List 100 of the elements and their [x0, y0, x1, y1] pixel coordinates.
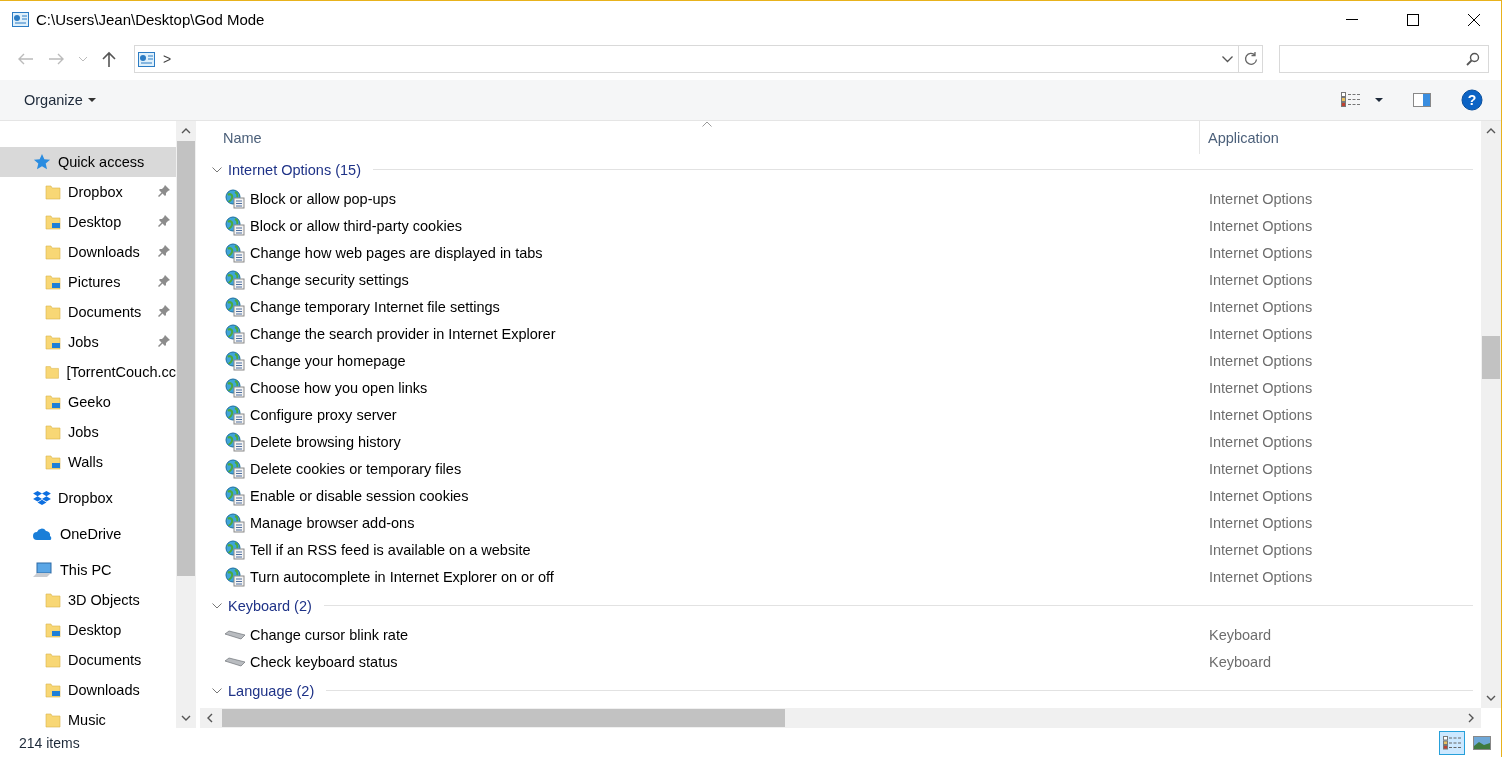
back-arrow-icon [17, 53, 33, 65]
application-cell-text: Internet Options [1208, 379, 1313, 396]
item-name[interactable]: Turn autocomplete in Internet Explorer on or off [250, 568, 554, 585]
refresh-icon [1243, 52, 1258, 66]
folder-icon [45, 334, 61, 350]
scrollbar-thumb[interactable] [177, 141, 195, 576]
sidebar-item[interactable]: Quick access [0, 147, 176, 177]
keyboard-icon [225, 656, 245, 667]
globe-settings-icon [225, 512, 245, 533]
group-header[interactable]: Internet Options (15) [228, 161, 361, 178]
item-name[interactable]: Delete cookies or temporary files [250, 460, 462, 477]
column-header[interactable]: Name [200, 121, 1200, 154]
application-cell-text: Internet Options [1208, 298, 1313, 315]
chevron-icon[interactable] [212, 602, 222, 609]
control-panel-icon [138, 51, 155, 67]
globe-settings-icon [225, 566, 245, 587]
star-icon [33, 153, 51, 171]
sidebar-item[interactable]: 3D Objects [0, 585, 176, 615]
globe-settings-icon [225, 323, 245, 344]
caret-icon [87, 97, 96, 103]
chevron-icon [181, 126, 191, 136]
application-cell-text: Internet Options [1208, 406, 1313, 423]
item-name[interactable]: Delete browsing history [250, 433, 401, 450]
sidebar-item[interactable]: OneDrive [0, 519, 176, 549]
item-name[interactable]: Configure proxy server [250, 406, 397, 423]
sidebar-item[interactable]: Jobs [0, 327, 176, 357]
window-title: C:\Users\Jean\Desktop\God Mode [36, 11, 266, 28]
item-name[interactable]: Change temporary Internet file settings [250, 298, 500, 315]
sidebar-item[interactable]: Desktop [0, 615, 176, 645]
horizontal-scrollbar[interactable] [200, 708, 1481, 728]
sidebar-item[interactable]: Dropbox [0, 483, 176, 513]
up-arrow-icon [102, 51, 116, 67]
chevron-icon[interactable] [212, 687, 222, 694]
sidebar-item[interactable]: Downloads [0, 675, 176, 705]
group-header[interactable]: Language (2) [228, 682, 315, 699]
sidebar-scrollbar[interactable] [176, 121, 196, 728]
folder-icon [45, 184, 61, 200]
scrollbar-thumb[interactable] [1482, 336, 1500, 379]
item-name[interactable]: Choose how you open links [250, 379, 428, 396]
globe-settings-icon [225, 242, 245, 263]
globe-settings-icon [225, 539, 245, 560]
item-name[interactable]: Change cursor blink rate [250, 626, 408, 643]
chevron-down-icon [1221, 55, 1233, 63]
sidebar-item[interactable]: Walls [0, 447, 176, 477]
pin-icon [158, 335, 170, 347]
folder-icon [45, 424, 61, 440]
folder-icon [45, 622, 61, 638]
pin-icon [158, 275, 170, 287]
folder-icon [45, 712, 61, 728]
cloud-icon [33, 527, 53, 541]
folder-icon [45, 652, 61, 668]
breadcrumb-separator[interactable]: > [163, 51, 172, 67]
chevron-icon[interactable] [212, 166, 222, 173]
item-name[interactable]: Block or allow pop-ups [250, 190, 396, 207]
search-field[interactable] [1279, 45, 1489, 73]
item-name[interactable]: Manage browser add-ons [250, 514, 415, 531]
minimize-icon [1346, 18, 1358, 21]
help-button[interactable]: ? [1455, 85, 1489, 115]
sidebar-item[interactable]: Documents [0, 645, 176, 675]
details-view-button[interactable] [1439, 730, 1465, 755]
item-name[interactable]: Enable or disable session cookies [250, 487, 469, 504]
application-cell-text: Keyboard [1208, 653, 1272, 670]
sidebar-item[interactable]: Downloads [0, 237, 176, 267]
control-panel-icon [12, 12, 29, 27]
application-cell-text: Internet Options [1208, 217, 1313, 234]
close-icon [1468, 13, 1480, 26]
column-header[interactable]: Application [1200, 129, 1279, 146]
chevron-icon [181, 713, 191, 723]
sidebar-item[interactable]: Jobs [0, 417, 176, 447]
item-name[interactable]: Change the search provider in Internet Explorer [250, 325, 556, 342]
application-cell-text: Internet Options [1208, 433, 1313, 450]
sidebar-item[interactable]: Dropbox [0, 177, 176, 207]
application-cell-text: Internet Options [1208, 460, 1313, 477]
item-name[interactable]: Tell if an RSS feed is available on a website [250, 541, 531, 558]
item-name[interactable]: Change how web pages are displayed in tabs [250, 244, 543, 261]
vertical-scrollbar[interactable] [1481, 121, 1501, 708]
sidebar-item[interactable]: [TorrentCouch.cc [0, 357, 176, 387]
forward-arrow-icon [49, 53, 65, 65]
sidebar-item[interactable]: Desktop [0, 207, 176, 237]
globe-settings-icon [225, 188, 245, 209]
scrollbar-thumb[interactable] [222, 709, 785, 727]
sidebar-item[interactable]: This PC [0, 555, 176, 585]
application-cell-text: Internet Options [1208, 244, 1313, 261]
sidebar-item[interactable]: Music [0, 705, 176, 728]
application-cell-text: Internet Options [1208, 325, 1313, 342]
globe-settings-icon [225, 404, 245, 425]
sidebar-item[interactable]: Geeko [0, 387, 176, 417]
organize-menu[interactable]: Organize [24, 92, 96, 108]
address-bar[interactable]: > [134, 45, 1263, 73]
dropbox-icon [33, 490, 51, 506]
sidebar-item[interactable]: Pictures [0, 267, 176, 297]
item-name[interactable]: Change security settings [250, 271, 409, 288]
item-name[interactable]: Block or allow third-party cookies [250, 217, 462, 234]
item-name[interactable]: Check keyboard status [250, 653, 398, 670]
item-name[interactable]: Change your homepage [250, 352, 406, 369]
group-header[interactable]: Keyboard (2) [228, 597, 312, 614]
sidebar-item[interactable]: Documents [0, 297, 176, 327]
application-cell-text: Internet Options [1208, 190, 1313, 207]
sort-caret-icon [702, 121, 712, 127]
chevron-icon [1486, 126, 1496, 136]
